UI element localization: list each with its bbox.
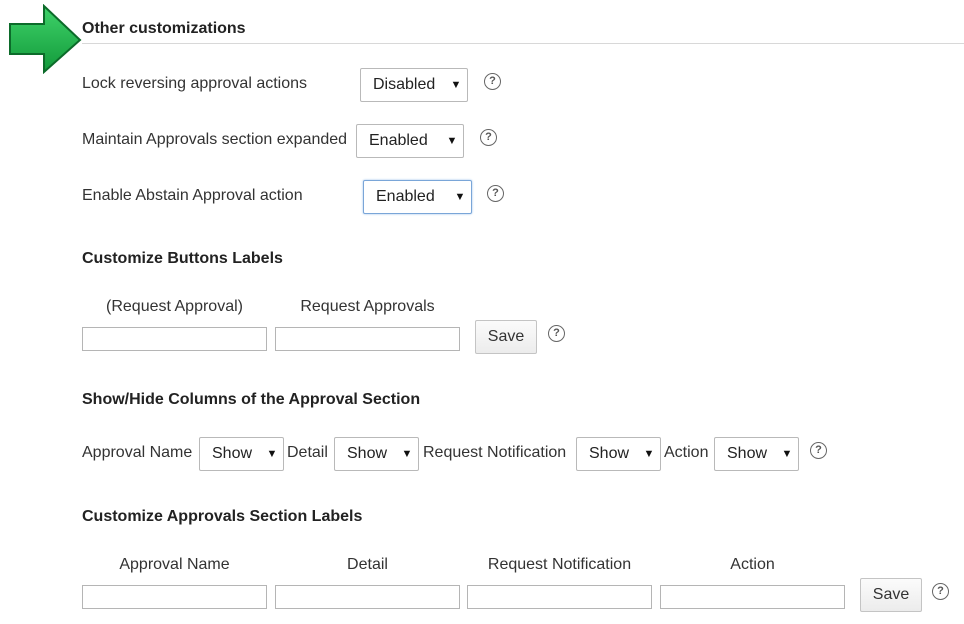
chevron-down-icon: ▼ <box>643 448 655 460</box>
select-value: Enabled <box>369 132 428 149</box>
detail-field-label: Detail <box>347 556 388 573</box>
section-divider <box>82 43 964 44</box>
enable-abstain-label: Enable Abstain Approval action <box>82 187 303 204</box>
approval-name-input[interactable] <box>82 585 267 609</box>
action-column-label: Action <box>664 444 709 461</box>
action-field-label: Action <box>730 556 775 573</box>
chevron-down-icon: ▼ <box>781 448 793 460</box>
request-approval-input[interactable] <box>82 327 267 351</box>
detail-column-label: Detail <box>287 444 328 461</box>
chevron-down-icon: ▼ <box>446 135 458 147</box>
approval-name-column-select[interactable]: Show ▼ <box>199 437 284 471</box>
request-approvals-input[interactable] <box>275 327 460 351</box>
help-icon[interactable]: ? <box>480 129 497 146</box>
enable-abstain-select[interactable]: Enabled ▼ <box>363 180 472 214</box>
help-icon[interactable]: ? <box>932 583 949 600</box>
pointer-arrow-icon <box>9 4 82 74</box>
chevron-down-icon: ▼ <box>401 448 413 460</box>
request-approval-label: (Request Approval) <box>106 298 243 315</box>
action-input[interactable] <box>660 585 845 609</box>
save-buttons-labels-button[interactable]: Save <box>475 320 537 354</box>
select-value: Disabled <box>373 76 436 93</box>
detail-input[interactable] <box>275 585 460 609</box>
request-notification-field-label: Request Notification <box>487 556 632 573</box>
help-icon[interactable]: ? <box>810 442 827 459</box>
approval-name-column-label: Approval Name <box>82 444 193 461</box>
request-notification-input[interactable] <box>467 585 652 609</box>
action-column-select[interactable]: Show ▼ <box>714 437 799 471</box>
select-value: Show <box>212 445 253 462</box>
chevron-down-icon: ▼ <box>266 448 278 460</box>
maintain-expanded-select[interactable]: Enabled ▼ <box>356 124 464 158</box>
chevron-down-icon: ▼ <box>450 79 462 91</box>
select-value: Show <box>589 445 630 462</box>
approval-name-field-label: Approval Name <box>119 556 230 573</box>
request-notification-column-select[interactable]: Show ▼ <box>576 437 661 471</box>
section-labels-title: Customize Approvals Section Labels <box>82 508 363 525</box>
lock-reversing-select[interactable]: Disabled ▼ <box>360 68 468 102</box>
save-section-labels-button[interactable]: Save <box>860 578 922 612</box>
request-notification-column-label: Request Notification <box>423 444 567 461</box>
request-approvals-label: Request Approvals <box>300 298 435 315</box>
help-icon[interactable]: ? <box>487 185 504 202</box>
section-title: Other customizations <box>82 20 246 37</box>
maintain-expanded-label: Maintain Approvals section expanded <box>82 131 348 148</box>
detail-column-select[interactable]: Show ▼ <box>334 437 419 471</box>
lock-reversing-label: Lock reversing approval actions <box>82 75 308 92</box>
help-icon[interactable]: ? <box>484 73 501 90</box>
chevron-down-icon: ▼ <box>454 191 466 203</box>
columns-title: Show/Hide Columns of the Approval Sectio… <box>82 391 421 408</box>
help-icon[interactable]: ? <box>548 325 565 342</box>
select-value: Show <box>727 445 768 462</box>
select-value: Show <box>347 445 388 462</box>
buttons-labels-title: Customize Buttons Labels <box>82 250 283 267</box>
select-value: Enabled <box>376 188 435 205</box>
